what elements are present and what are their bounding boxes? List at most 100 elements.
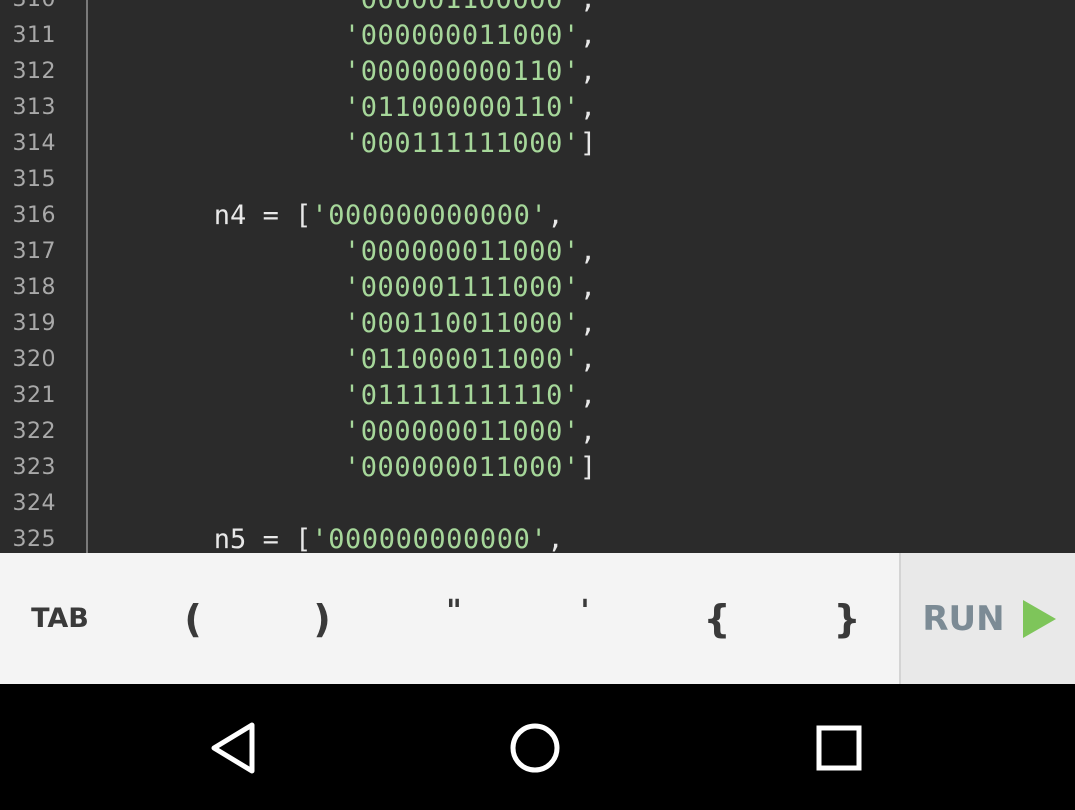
code-text: '000000011000', — [100, 416, 596, 447]
double-quote-key-button[interactable]: " — [414, 553, 494, 684]
line-number: 322 — [12, 419, 56, 444]
code-editor[interactable]: 310 '000001100000',311 '000000011000',31… — [0, 0, 1075, 553]
line-number: 316 — [12, 203, 56, 228]
code-text: '000001100000', — [100, 0, 596, 15]
open-paren-key-button[interactable]: ( — [153, 553, 233, 684]
string-literal: '000000000000' — [311, 524, 548, 553]
line-number: 312 — [12, 59, 56, 84]
code-text: '000001111000', — [100, 272, 596, 303]
code-suffix: ] — [579, 452, 597, 483]
code-text: n5 = ['000000000000', — [100, 524, 564, 553]
code-line: 322 '000000011000', — [0, 414, 1075, 450]
line-number: 325 — [12, 527, 56, 552]
run-button[interactable]: RUN — [899, 553, 1075, 684]
code-line: 323 '000000011000'] — [0, 450, 1075, 486]
code-line: 325 n5 = ['000000000000', — [0, 522, 1075, 553]
play-icon — [1022, 599, 1056, 638]
code-line: 315 — [0, 162, 1075, 198]
code-text: '000000011000', — [100, 20, 596, 51]
code-suffix: , — [579, 380, 597, 411]
close-brace-key-button[interactable]: } — [807, 553, 887, 684]
code-line: 311 '000000011000', — [0, 18, 1075, 54]
code-suffix: , — [579, 308, 597, 339]
string-literal: '011000011000' — [343, 344, 580, 375]
code-suffix: , — [579, 56, 597, 87]
code-suffix: , — [579, 272, 597, 303]
code-suffix: , — [579, 344, 597, 375]
code-text: '000000011000'] — [100, 452, 596, 483]
recents-square-icon[interactable] — [809, 718, 869, 778]
back-triangle-icon[interactable] — [205, 718, 265, 778]
code-line: 317 '000000011000', — [0, 234, 1075, 270]
line-number: 311 — [12, 23, 56, 48]
code-suffix: , — [579, 92, 597, 123]
android-navigation-bar — [0, 684, 1075, 810]
code-line: 314 '000111111000'] — [0, 126, 1075, 162]
single-quote-key-button[interactable]: ' — [545, 553, 625, 684]
string-literal: '011000000110' — [343, 92, 580, 123]
code-line: 312 '000000000110', — [0, 54, 1075, 90]
tab-key-button[interactable]: TAB — [0, 553, 120, 684]
code-text: '000000011000', — [100, 236, 596, 267]
string-literal: '000000011000' — [343, 20, 580, 51]
line-number: 314 — [12, 131, 56, 156]
code-prefix: n5 = [ — [213, 524, 312, 553]
code-suffix: , — [579, 20, 597, 51]
line-number: 315 — [12, 167, 56, 192]
code-suffix: , — [547, 200, 564, 231]
line-number: 318 — [12, 275, 56, 300]
gutter-divider — [86, 0, 88, 553]
code-prefix: n4 = [ — [213, 200, 312, 231]
string-literal: '000000000110' — [343, 56, 580, 87]
code-line: 316 n4 = ['000000000000', — [0, 198, 1075, 234]
string-literal: '000111111000' — [343, 128, 580, 159]
code-text: '011000011000', — [100, 344, 596, 375]
line-number: 310 — [0, 0, 56, 12]
string-literal: '011111111110' — [343, 380, 580, 411]
line-number: 320 — [12, 347, 56, 372]
code-suffix: , — [580, 0, 596, 15]
line-number: 313 — [12, 95, 56, 120]
code-text: '011111111110', — [100, 380, 596, 411]
code-text: '011000000110', — [100, 92, 596, 123]
string-literal: '000000011000' — [343, 416, 580, 447]
code-suffix: ] — [579, 128, 597, 159]
line-number: 324 — [12, 491, 56, 516]
code-line: 319 '000110011000', — [0, 306, 1075, 342]
code-line: 324 — [0, 486, 1075, 522]
code-suffix: , — [579, 236, 597, 267]
line-number: 319 — [12, 311, 56, 336]
string-literal: '000000000000' — [311, 200, 548, 231]
code-line: 310 '000001100000', — [0, 0, 1075, 18]
code-line: 321 '011111111110', — [0, 378, 1075, 414]
line-number: 323 — [12, 455, 56, 480]
home-circle-icon[interactable] — [505, 718, 565, 778]
code-line: 318 '000001111000', — [0, 270, 1075, 306]
line-number: 321 — [12, 383, 56, 408]
code-text: '000000000110', — [100, 56, 596, 87]
code-text: '000110011000', — [100, 308, 596, 339]
string-literal: '000001100000' — [344, 0, 580, 15]
string-literal: '000110011000' — [343, 308, 580, 339]
code-suffix: , — [547, 524, 564, 553]
code-suffix: , — [579, 416, 597, 447]
code-lines: 310 '000001100000',311 '000000011000',31… — [0, 0, 1075, 553]
symbol-keybar: TAB ( ) " ' { } RUN — [0, 553, 1075, 684]
open-brace-key-button[interactable]: { — [677, 553, 757, 684]
string-literal: '000001111000' — [343, 272, 580, 303]
code-text: n4 = ['000000000000', — [100, 200, 564, 231]
close-paren-key-button[interactable]: ) — [282, 553, 362, 684]
